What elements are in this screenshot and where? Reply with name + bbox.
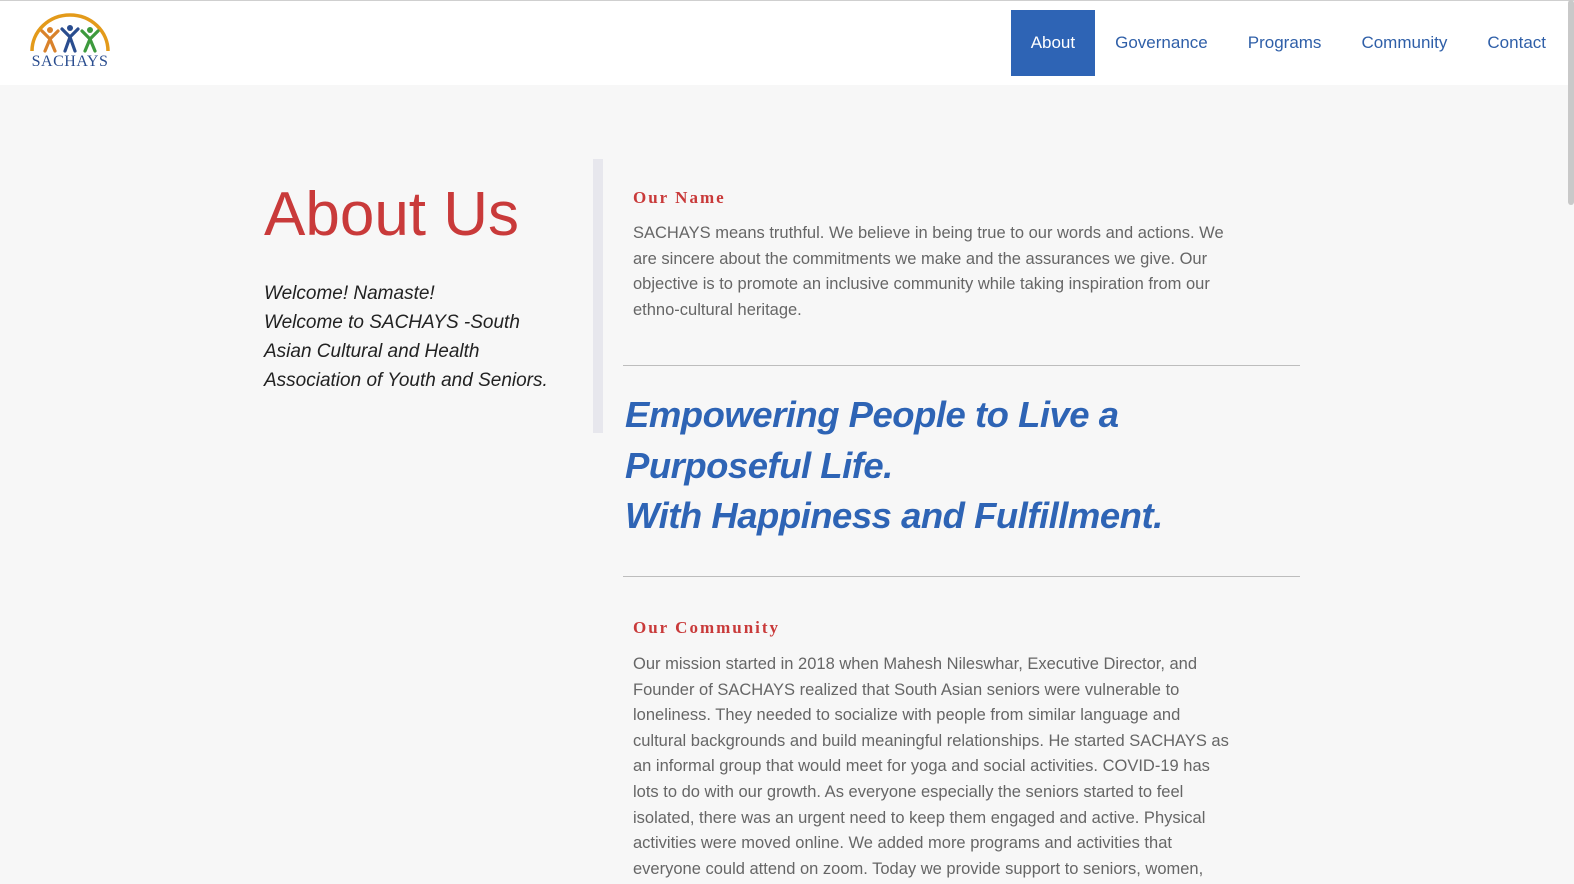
divider (623, 365, 1300, 366)
text-line: an informal group that would meet for yo… (633, 757, 1210, 776)
tagline-line: Empowering People to Live a (625, 394, 1119, 435)
site-header: SACHAYS About Governance Programs Commun… (0, 0, 1574, 85)
text-line: ethno-cultural heritage. (633, 300, 802, 319)
welcome-line: Welcome to SACHAYS -South (264, 312, 520, 333)
our-community-heading: Our Community (633, 618, 781, 637)
section-divider-vertical (593, 159, 603, 433)
sachays-logo[interactable]: SACHAYS (28, 9, 112, 73)
page-title: About Us (264, 180, 520, 249)
intro-section: About Us Welcome! Namaste! Welcome to SA… (264, 175, 584, 395)
text-line: isolated, there was an urgent need to ke… (633, 808, 1206, 827)
text-line: SACHAYS means truthful. We believe in be… (633, 224, 1224, 242)
nav-item-community[interactable]: Community (1341, 10, 1467, 76)
text-line: objective is to promote an inclusive com… (633, 275, 1210, 294)
logo-people-icon (30, 13, 110, 53)
text-line: loneliness. They needed to socialize wit… (633, 706, 1181, 725)
main-nav: About Governance Programs Community Cont… (1010, 10, 1574, 76)
nav-item-programs[interactable]: Programs (1228, 10, 1342, 76)
scrollbar-thumb[interactable] (1568, 0, 1574, 205)
our-name-heading: Our Name (633, 188, 726, 207)
welcome-line: Welcome! Namaste! (264, 283, 435, 304)
our-community-text: Our mission started in 2018 when Mahesh … (633, 652, 1283, 882)
text-line: activities were moved online. We added m… (633, 834, 1172, 853)
text-line: are sincere about the commitments we mak… (633, 249, 1208, 268)
tagline-line: Purposeful Life. (625, 444, 893, 486)
logo-text: SACHAYS (31, 53, 109, 70)
nav-item-about[interactable]: About (1010, 10, 1096, 76)
nav-item-governance[interactable]: Governance (1095, 10, 1228, 76)
our-name-text: SACHAYS means truthful. We believe in be… (633, 221, 1283, 323)
text-line: lots to do with our growth. As everyone … (633, 782, 1184, 801)
nav-item-contact[interactable]: Contact (1467, 10, 1574, 76)
text-line: cultural backgrounds and build meaningfu… (633, 731, 1229, 750)
text-line: Founder of SACHAYS realized that South A… (633, 680, 1180, 699)
welcome-line: Asian Cultural and Health (264, 341, 480, 362)
welcome-text: Welcome! Namaste! Welcome to SACHAYS -So… (264, 279, 584, 395)
tagline-line: With Happiness and Fulfillment. (625, 495, 1163, 536)
welcome-line: Association of Youth and Seniors. (264, 370, 548, 391)
text-line: Our mission started in 2018 when Mahesh … (633, 655, 1198, 673)
text-line: everyone could attend on zoom. Today we … (633, 859, 1204, 878)
tagline: Empowering People to Live a Purposeful L… (625, 390, 1305, 542)
divider (623, 576, 1300, 577)
